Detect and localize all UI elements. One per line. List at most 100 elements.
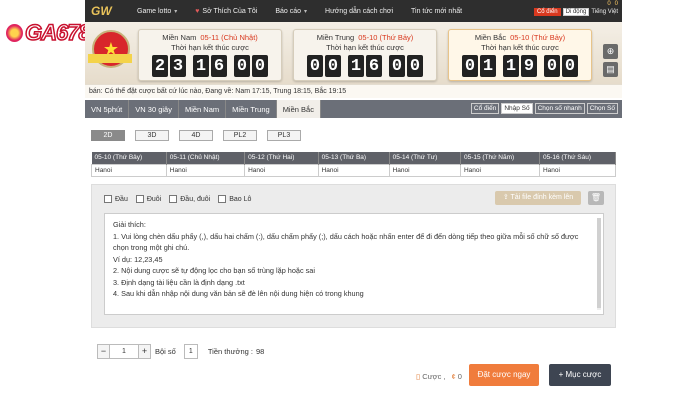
nav-item[interactable]: ♥ Sở Thích Của Tôi — [195, 8, 257, 15]
nav-item[interactable]: Game lotto ▾ — [137, 8, 177, 15]
date-cell[interactable]: Hanoi — [244, 163, 319, 177]
multiplier-input[interactable]: 1 — [110, 344, 138, 359]
multiplier-label: Bội số — [155, 347, 176, 356]
document-icon[interactable]: ▤ — [603, 62, 618, 77]
checkbox-option[interactable]: Bao Lô — [218, 195, 251, 203]
sub-tab[interactable]: PL3 — [267, 130, 301, 141]
region-name: Miền Bắc — [474, 33, 507, 42]
checkbox-option[interactable]: Đuôi — [135, 195, 162, 203]
sub-tab[interactable]: 3D — [135, 130, 169, 141]
date-column-header[interactable]: 05-15 (Thứ Năm) — [460, 152, 540, 164]
region-timer-0[interactable]: Miền Nam 05-11 (Chủ Nhật) Thời hạn kết thú… — [138, 29, 282, 81]
countdown-digits: 231600 — [139, 55, 281, 77]
mode-button[interactable]: Nhập Số — [501, 103, 533, 114]
tab-game[interactable]: VN 5phút — [85, 100, 130, 118]
globe-icon[interactable]: ⊕ — [603, 44, 618, 59]
date-cell[interactable]: Hanoi — [317, 163, 390, 177]
region-date: 05-11 (Chủ Nhật) — [200, 33, 258, 42]
date-column-header[interactable]: 05-13 (Thứ Ba) — [318, 152, 390, 164]
side-icons: ⊕ ▤ — [603, 44, 618, 77]
bet-count-label: Cược , — [422, 372, 446, 381]
date-column-header[interactable]: 05-14 (Thứ Tư) — [389, 152, 461, 164]
region-date: 05-10 (Thứ Bảy) — [358, 33, 414, 42]
checkbox-label: Đầu, đuôi — [180, 195, 211, 203]
mode-button[interactable]: Cổ điển — [470, 103, 500, 114]
checkbox-label: Đuôi — [146, 195, 162, 203]
add-bet-list-button[interactable]: + Mục cược — [549, 364, 611, 386]
date-cell[interactable]: Hanoi — [91, 163, 167, 177]
textarea-scrollbar[interactable] — [597, 218, 601, 310]
nav-item-label: Báo cáo — [275, 7, 302, 15]
date-column-header[interactable]: 05-12 (Thứ Hai) — [244, 152, 319, 164]
date-cell[interactable]: Hanoi — [538, 163, 617, 177]
instructions-title: Giải thích: — [113, 220, 146, 229]
bet-numbers-textarea[interactable]: Giải thích: 1. Vui lòng chèn dấu phẩy (,… — [104, 213, 604, 315]
countdown-digit: 6 — [211, 55, 227, 77]
countdown-digit: 0 — [389, 55, 405, 77]
date-cell[interactable]: Hanoi — [459, 163, 540, 177]
sub-tab[interactable]: 2D — [91, 130, 125, 141]
countdown-digit: 0 — [562, 55, 578, 77]
date-cell[interactable]: Hanoi — [165, 163, 246, 177]
countdown-digit: 1 — [348, 55, 364, 77]
checkbox-option[interactable]: Đầu, đuôi — [169, 195, 210, 203]
countdown-digits: 001600 — [294, 55, 436, 77]
tab-game[interactable]: Miền Nam — [179, 100, 227, 118]
countdown-digit: 0 — [234, 55, 250, 77]
countdown-digit: 1 — [193, 55, 209, 77]
decrement-button[interactable]: − — [97, 344, 110, 359]
flower-icon — [6, 24, 24, 42]
trash-icon[interactable]: 🗑 — [588, 191, 604, 205]
top-right-panel: 0 0 Cổ điển Di động Tiếng Việt — [533, 1, 618, 16]
multiplier-value[interactable]: 1 — [183, 344, 198, 359]
date-cell[interactable]: Hanoi — [388, 163, 461, 177]
region-timer-1[interactable]: Miền Trung 05-10 (Thứ Bảy) Thời hạn kết th… — [293, 29, 437, 81]
nav-item[interactable]: Hướng dẫn cách chơi — [325, 8, 393, 15]
gw-logo[interactable]: GW — [91, 3, 125, 19]
region-name: Miền Trung — [316, 33, 355, 42]
classic-mode-button[interactable]: Cổ điển — [533, 8, 561, 16]
increment-button[interactable]: + — [138, 344, 151, 359]
coin-count: 0 — [607, 1, 611, 7]
date-column-header[interactable]: 05-16 (Thứ Sáu) — [539, 152, 617, 164]
countdown-digit: 6 — [366, 55, 382, 77]
tab-game[interactable]: Miền Bắc — [276, 100, 321, 118]
prize-label: Tiền thưởng : — [207, 347, 253, 356]
mobile-mode-button[interactable]: Di động — [562, 8, 590, 16]
tab-game[interactable]: VN 30 giây — [129, 100, 179, 118]
checkbox[interactable] — [104, 195, 112, 203]
upload-file-button[interactable]: ⇪ Tải file đính kèm lên — [495, 191, 581, 205]
sub-tab[interactable]: PL2 — [223, 130, 257, 141]
sub-tab[interactable]: 4D — [179, 130, 213, 141]
nav-item[interactable]: Tin tức mới nhất — [411, 8, 462, 15]
mode-button[interactable]: Chọn số nhanh — [534, 103, 585, 114]
mode-buttons: Cổ điển Nhập Số Chọn số nhanh Chọn Số — [470, 103, 618, 114]
checkbox[interactable] — [135, 195, 144, 203]
countdown-digit: 0 — [407, 55, 423, 77]
region-timer-2[interactable]: Miền Bắc 05-10 (Thứ Bảy) Thời hạn kết thúc… — [448, 29, 592, 81]
countdown-digit: 9 — [521, 55, 537, 77]
countdown-digit: 2 — [152, 55, 168, 77]
region-title: Miền Bắc 05-10 (Thứ Bảy) — [449, 33, 591, 42]
language-selector[interactable]: Tiếng Việt — [591, 9, 618, 15]
region-subtitle: Thời hạn kết thúc cược — [326, 43, 404, 52]
mode-button[interactable]: Chọn Số — [586, 103, 618, 114]
checkbox[interactable] — [169, 195, 178, 203]
region-subtitle: Thời hạn kết thúc cược — [481, 43, 559, 52]
input-area: Đầu Đuôi Đầu, đuôi Bao Lô ⇪ Tải file đính k… — [91, 184, 616, 328]
nav-items: Game lotto ▾ ♥ Sở Thích Của Tôi Báo cáo ▾ Hướn… — [137, 8, 480, 15]
place-bet-button[interactable]: Đặt cược ngay — [469, 364, 539, 386]
prize-value: 98 — [255, 347, 265, 356]
checkbox-option[interactable]: Đầu — [104, 195, 128, 203]
bet-icon: ▯ — [416, 372, 421, 381]
date-column-header[interactable]: 05-10 (Thứ Bảy) — [91, 152, 167, 164]
tab-game[interactable]: Miền Trung — [226, 100, 277, 118]
checkbox-label: Đầu — [115, 195, 128, 203]
checkbox[interactable] — [218, 195, 227, 203]
region-subtitle: Thời hạn kết thúc cược — [171, 43, 249, 52]
top-nav: GW Game lotto ▾ ♥ Sở Thích Của Tôi Báo cáo ▾ H… — [85, 0, 622, 22]
date-column-header[interactable]: 05-11 (Chủ Nhật) — [166, 152, 246, 164]
position-checkboxes: Đầu Đuôi Đầu, đuôi Bao Lô — [104, 195, 251, 203]
chevron-down-icon: ▾ — [174, 8, 178, 15]
nav-item[interactable]: Báo cáo ▾ — [275, 8, 307, 15]
